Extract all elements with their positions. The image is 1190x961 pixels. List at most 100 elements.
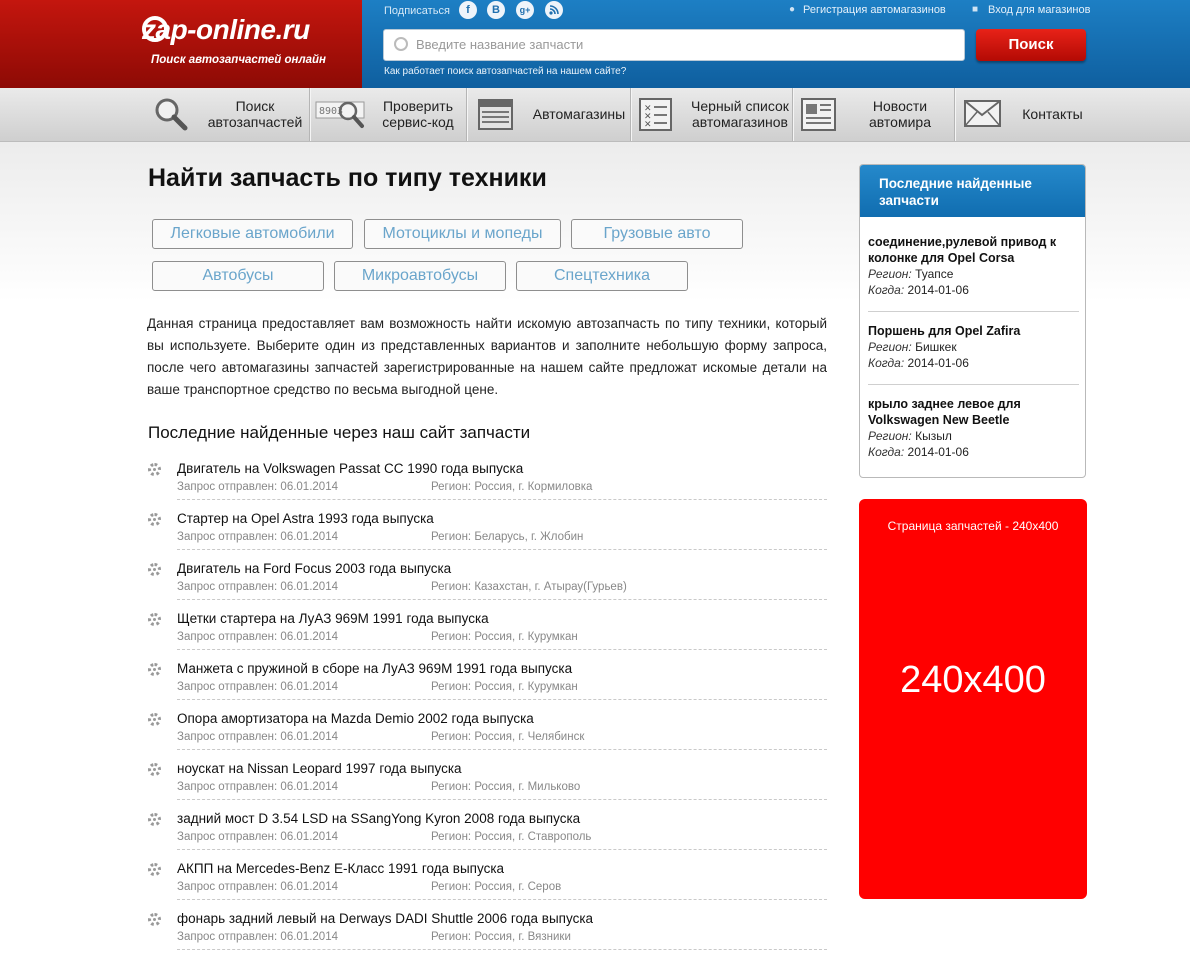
region-label: Регион:: [868, 429, 912, 443]
list-item-region: Регион: Беларусь, г. Жлобин: [431, 531, 584, 543]
blacklist-icon: ✕ ✕ ✕: [639, 98, 672, 131]
list-item[interactable]: фонарь задний левый на Derways DADI Shut…: [146, 911, 827, 961]
list-divider: [177, 599, 827, 600]
region-label: Регион:: [868, 267, 912, 281]
list-item[interactable]: Манжета с пружиной в сборе на ЛуАЗ 969М …: [146, 661, 827, 711]
search-button[interactable]: Поиск: [976, 29, 1086, 61]
gear-icon: [148, 513, 161, 526]
category-button-trucks[interactable]: Грузовые авто: [571, 219, 743, 249]
category-button-cars[interactable]: Легковые автомобили: [152, 219, 353, 249]
list-item-title[interactable]: Щетки стартера на ЛуАЗ 969М 1991 года вы…: [177, 611, 489, 626]
list-divider: [177, 549, 827, 550]
list-item-title[interactable]: ноускат на Nissan Leopard 1997 года выпу…: [177, 761, 462, 776]
nav-label-line1: Проверить: [382, 98, 453, 114]
list-divider: [177, 949, 827, 950]
list-divider: [177, 499, 827, 500]
nav-item-service-code[interactable]: 8903 Проверить сервис-код: [312, 88, 467, 141]
logo-area[interactable]: zap-online.ru Поиск автозапчастей онлайн: [0, 0, 362, 88]
recent-parts-sidebar: Последние найденные запчасти соединение,…: [859, 164, 1086, 478]
page-description: Данная страница предоставляет вам возмож…: [147, 316, 827, 397]
sidebar-item-region: Кызыл: [915, 429, 952, 443]
list-divider: [177, 799, 827, 800]
sidebar-item[interactable]: крыло заднее левое для Volkswagen New Be…: [868, 396, 1079, 460]
nav-item-contacts[interactable]: Контакты: [957, 88, 1097, 141]
sidebar-item[interactable]: соединение,рулевой привод к колонке для …: [868, 234, 1079, 298]
list-divider: [177, 649, 827, 650]
rss-icon[interactable]: [545, 1, 563, 19]
envelope-icon: [964, 100, 1001, 127]
list-item-region: Регион: Россия, г. Курумкан: [431, 631, 578, 643]
facebook-icon[interactable]: f: [459, 1, 477, 19]
nav-label-line1: Поиск: [235, 98, 275, 114]
list-item-title[interactable]: Двигатель на Volkswagen Passat CC 1990 г…: [177, 461, 523, 476]
when-label: Когда:: [868, 356, 905, 370]
category-button-motorcycles[interactable]: Мотоциклы и мопеды: [364, 219, 561, 249]
category-button-special[interactable]: Спецтехника: [516, 261, 688, 291]
list-item-date: Запрос отправлен: 06.01.2014: [177, 781, 338, 793]
list-item-date: Запрос отправлен: 06.01.2014: [177, 631, 338, 643]
list-item-region: Регион: Россия, г. Челябинск: [431, 731, 585, 743]
list-item-date: Запрос отправлен: 06.01.2014: [177, 681, 338, 693]
list-item[interactable]: Двигатель на Volkswagen Passat CC 1990 г…: [146, 461, 827, 511]
sidebar-title: Последние найденные запчасти: [860, 165, 1085, 217]
category-button-minibuses[interactable]: Микроавтобусы: [334, 261, 506, 291]
sidebar-item-region: Туапсе: [915, 267, 954, 281]
category-button-buses[interactable]: Автобусы: [152, 261, 324, 291]
list-item-title[interactable]: Манжета с пружиной в сборе на ЛуАЗ 969М …: [177, 661, 572, 676]
list-item[interactable]: Двигатель на Ford Focus 2003 года выпуск…: [146, 561, 827, 611]
how-it-works-link[interactable]: Как работает поиск автозапчастей на наше…: [384, 66, 626, 77]
nav-divider: [466, 88, 467, 141]
list-item[interactable]: задний мост D 3.54 LSD на SSangYong Kyro…: [146, 811, 827, 861]
sidebar-item-title[interactable]: соединение,рулевой привод к колонке для …: [868, 234, 1079, 266]
nav-label-line2: автомагазинов: [692, 114, 788, 130]
shop-login-link[interactable]: Вход для магазинов: [988, 4, 1090, 16]
list-item-title[interactable]: АКПП на Mercedes-Benz E-Класс 1991 года …: [177, 861, 504, 876]
gear-icon: [148, 613, 161, 626]
list-item-date: Запрос отправлен: 06.01.2014: [177, 831, 338, 843]
news-icon: [801, 98, 836, 131]
vkontakte-icon[interactable]: B: [487, 1, 505, 19]
sidebar-item-title[interactable]: Поршень для Opel Zafira: [868, 323, 1079, 339]
nav-item-blacklist[interactable]: ✕ ✕ ✕ Черный список автомагазинов: [633, 88, 793, 141]
list-item[interactable]: Стартер на Opel Astra 1993 года выпуска …: [146, 511, 827, 561]
recent-parts-heading: Последние найденные через наш сайт запча…: [148, 423, 531, 442]
region-label: Регион:: [868, 340, 912, 354]
list-item-title[interactable]: фонарь задний левый на Derways DADI Shut…: [177, 911, 593, 926]
list-item-title[interactable]: Стартер на Opel Astra 1993 года выпуска: [177, 511, 434, 526]
sidebar-item-title[interactable]: крыло заднее левое для Volkswagen New Be…: [868, 396, 1079, 428]
list-item-region: Регион: Россия, г. Кормиловка: [431, 481, 593, 493]
sidebar-item-region: Бишкек: [915, 340, 957, 354]
list-item[interactable]: Щетки стартера на ЛуАЗ 969М 1991 года вы…: [146, 611, 827, 661]
sidebar-item-date: 2014-01-06: [907, 356, 969, 370]
list-item[interactable]: АКПП на Mercedes-Benz E-Класс 1991 года …: [146, 861, 827, 911]
gear-icon: [148, 463, 161, 476]
nav-item-parts-search[interactable]: Поиск автозапчастей: [150, 88, 310, 141]
list-item[interactable]: Опора амортизатора на Mazda Demio 2002 г…: [146, 711, 827, 761]
lock-icon: ■: [972, 4, 979, 15]
nav-label-line1: Новости: [872, 98, 928, 114]
logo-text[interactable]: zap-online.ru: [142, 14, 310, 46]
sidebar-divider: [868, 384, 1079, 385]
list-item[interactable]: ноускат на Nissan Leopard 1997 года выпу…: [146, 761, 827, 811]
google-plus-icon[interactable]: g+: [516, 1, 534, 19]
register-shops-link[interactable]: Регистрация автомагазинов: [803, 4, 946, 16]
ad-banner[interactable]: Страница запчастей - 240x400 240x400: [859, 499, 1087, 899]
sidebar-item[interactable]: Поршень для Opel Zafira Регион: Бишкек К…: [868, 323, 1079, 371]
search-input[interactable]: [414, 36, 958, 53]
list-item-title[interactable]: задний мост D 3.54 LSD на SSangYong Kyro…: [177, 811, 580, 826]
subscribe-label: Подписаться: [384, 5, 450, 17]
nav-item-news[interactable]: Новости автомира: [795, 88, 953, 141]
nav-label-line2: автомира: [869, 114, 931, 130]
gear-icon: [148, 763, 161, 776]
when-label: Когда:: [868, 445, 905, 459]
search-box[interactable]: [383, 29, 965, 61]
nav-item-auto-shops[interactable]: Автомагазины: [469, 88, 629, 141]
list-divider: [177, 849, 827, 850]
service-code-icon: 8903: [315, 101, 365, 128]
nav-label-line2: сервис-код: [382, 114, 454, 130]
nav-label-line1: Черный список: [691, 98, 789, 114]
list-item-title[interactable]: Опора амортизатора на Mazda Demio 2002 г…: [177, 711, 534, 726]
list-item-title[interactable]: Двигатель на Ford Focus 2003 года выпуск…: [177, 561, 451, 576]
nav-divider: [309, 88, 310, 141]
ad-caption: Страница запчастей - 240x400: [887, 519, 1059, 533]
